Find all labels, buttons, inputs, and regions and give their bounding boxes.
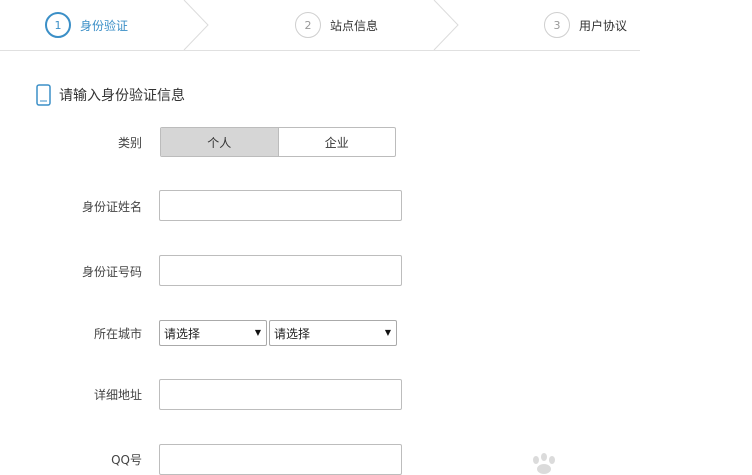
option-personal[interactable]: 个人: [161, 128, 279, 156]
id-name-input[interactable]: [159, 190, 402, 221]
select-value: 请选择: [274, 326, 311, 341]
id-number-input[interactable]: [159, 255, 402, 286]
qq-label: QQ号: [111, 453, 142, 467]
dropdown-arrow-icon: ▼: [384, 328, 391, 337]
mobile-phone-icon: [36, 84, 51, 106]
step-label: 用户协议: [579, 18, 628, 33]
step-number: 2: [295, 12, 321, 38]
chevron-right-icon: [183, 0, 209, 50]
province-select[interactable]: 请选择 ▼: [159, 320, 267, 346]
category-toggle: 个人 企业: [160, 127, 396, 157]
dropdown-arrow-icon: ▼: [254, 328, 261, 337]
paw-print-icon: [533, 453, 555, 474]
step-label: 站点信息: [330, 18, 379, 33]
section-header: 请输入身份验证信息: [36, 84, 185, 106]
id-name-label: 身份证姓名: [81, 200, 142, 214]
step-label: 身份验证: [80, 18, 129, 33]
qq-input[interactable]: [159, 444, 402, 475]
step-number: 1: [45, 12, 71, 38]
city-select[interactable]: 请选择 ▼: [269, 320, 397, 346]
select-value: 请选择: [164, 326, 201, 341]
step-identity-verification: 1 身份验证: [45, 0, 128, 50]
id-number-label: 身份证号码: [81, 265, 142, 279]
address-label: 详细地址: [93, 388, 142, 402]
chevron-right-icon: [433, 0, 459, 50]
address-input[interactable]: [159, 379, 402, 410]
step-site-info: 2 站点信息: [295, 0, 378, 50]
category-label: 类别: [117, 136, 142, 150]
section-title: 请输入身份验证信息: [59, 88, 185, 104]
option-enterprise[interactable]: 企业: [279, 128, 396, 156]
city-label: 所在城市: [93, 327, 142, 341]
progress-stepper: 1 身份验证 2 站点信息 3 用户协议: [0, 0, 640, 51]
step-number: 3: [544, 12, 570, 38]
step-user-agreement: 3 用户协议: [544, 0, 627, 50]
